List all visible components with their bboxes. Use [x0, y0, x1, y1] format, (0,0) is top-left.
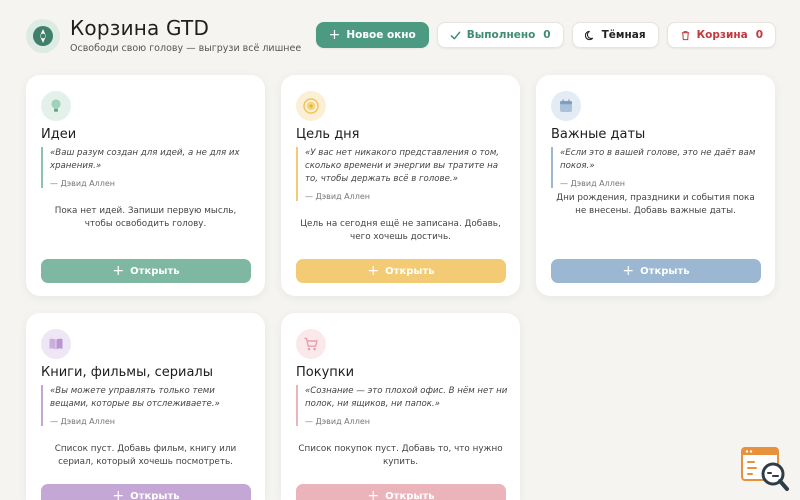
quote-author: — Дэвид Аллен: [305, 192, 371, 201]
open-goal-button[interactable]: + Открыть: [296, 259, 506, 283]
new-window-label: Новое окно: [346, 29, 416, 41]
card-quote: «Сознание — это плохой офис. В нём нет н…: [296, 385, 510, 426]
card-quote: «Вы можете управлять только теми вещами,…: [41, 385, 255, 426]
card-title: Книги, фильмы, сериалы: [41, 365, 213, 380]
quote-author: — Дэвид Аллен: [50, 417, 116, 426]
card-title: Идеи: [41, 127, 77, 142]
empty-state-text: Список покупок пуст. Добавь то, что нужн…: [298, 444, 503, 467]
moon-icon: [584, 30, 593, 40]
lightbulb-icon: [51, 99, 61, 112]
empty-state-text: Список пуст. Добавь фильм, книгу или сер…: [54, 444, 237, 467]
card-title: Покупки: [296, 365, 355, 380]
done-count: 0: [543, 29, 551, 41]
trash-icon: [681, 30, 689, 40]
quote-author: — Дэвид Аллен: [305, 417, 371, 426]
card-quote: «Ваш разум создан для идей, а не для их …: [41, 147, 255, 188]
app-logo: [26, 19, 60, 53]
card-shopping: Покупки «Сознание — это плохой офис. В н…: [281, 313, 520, 500]
plus-icon: +: [367, 263, 380, 279]
trash-button[interactable]: Корзина 0: [666, 22, 776, 48]
card-quote: «У вас нет никакого представления о том,…: [296, 147, 510, 201]
plus-icon: +: [328, 27, 341, 43]
open-button-label: Открыть: [130, 490, 180, 500]
card-title: Цель дня: [296, 127, 360, 142]
logo-icon: [33, 26, 53, 46]
card-icon-wrap: [296, 91, 326, 121]
theme-label: Тёмная: [601, 29, 646, 41]
app-subtitle: Освободи свою голову — выгрузи всё лишне…: [70, 43, 302, 54]
empty-state-text: Пока нет идей. Запиши первую мысль, чтоб…: [54, 206, 237, 229]
open-button-label: Открыть: [640, 265, 690, 277]
trash-count: 0: [755, 29, 763, 41]
quote-text: «У вас нет никакого представления о том,…: [305, 148, 500, 184]
calendar-icon: [560, 99, 572, 112]
card-icon-wrap: [41, 91, 71, 121]
open-dates-button[interactable]: + Открыть: [551, 259, 761, 283]
card-dates: Важные даты «Если это в вашей голове, эт…: [536, 75, 775, 296]
check-icon: [450, 31, 461, 39]
open-ideas-button[interactable]: + Открыть: [41, 259, 251, 283]
card-title: Важные даты: [551, 127, 646, 142]
quote-author: — Дэвид Аллен: [560, 179, 626, 188]
plus-icon: +: [622, 263, 635, 279]
card-books: Книги, фильмы, сериалы «Вы можете управл…: [26, 313, 265, 500]
plus-icon: +: [112, 488, 125, 500]
open-shopping-button[interactable]: + Открыть: [296, 484, 506, 500]
quote-text: «Если это в вашей голове, это не даёт ва…: [560, 148, 756, 171]
empty-state-text: Цель на сегодня ещё не записана. Добавь,…: [300, 219, 501, 242]
search-document-icon: [741, 447, 789, 491]
new-window-button[interactable]: + Новое окно: [315, 22, 429, 48]
plus-icon: +: [367, 488, 380, 500]
quote-text: «Ваш разум создан для идей, а не для их …: [50, 148, 240, 171]
open-button-label: Открыть: [385, 265, 435, 277]
cart-icon: [304, 337, 318, 351]
card-ideas: Идеи «Ваш разум создан для идей, а не дл…: [26, 75, 265, 296]
open-books-button[interactable]: + Открыть: [41, 484, 251, 500]
card-goal: Цель дня «У вас нет никакого представлен…: [281, 75, 520, 296]
app-title: Корзина GTD: [70, 16, 210, 40]
plus-icon: +: [112, 263, 125, 279]
dark-theme-button[interactable]: Тёмная: [571, 22, 659, 48]
quote-author: — Дэвид Аллен: [50, 179, 116, 188]
done-button[interactable]: Выполнено 0: [436, 22, 564, 48]
quote-text: «Сознание — это плохой офис. В нём нет н…: [305, 386, 508, 409]
open-button-label: Открыть: [130, 265, 180, 277]
quote-text: «Вы можете управлять только теми вещами,…: [50, 386, 220, 409]
done-label: Выполнено: [466, 29, 536, 41]
empty-state-text: Дни рождения, праздники и события пока н…: [556, 193, 755, 216]
toolbar: + Новое окно Выполнено 0 Тёмная Корзина …: [315, 22, 776, 48]
trash-label: Корзина: [696, 29, 748, 41]
card-quote: «Если это в вашей голове, это не даёт ва…: [551, 147, 765, 188]
card-icon-wrap: [296, 329, 326, 359]
open-button-label: Открыть: [385, 490, 435, 500]
card-icon-wrap: [551, 91, 581, 121]
target-icon: [303, 98, 319, 114]
book-icon: [49, 338, 63, 350]
app-header: Корзина GTD Освободи свою голову — выгру…: [26, 14, 776, 58]
floating-search-widget[interactable]: [740, 446, 790, 492]
card-icon-wrap: [41, 329, 71, 359]
